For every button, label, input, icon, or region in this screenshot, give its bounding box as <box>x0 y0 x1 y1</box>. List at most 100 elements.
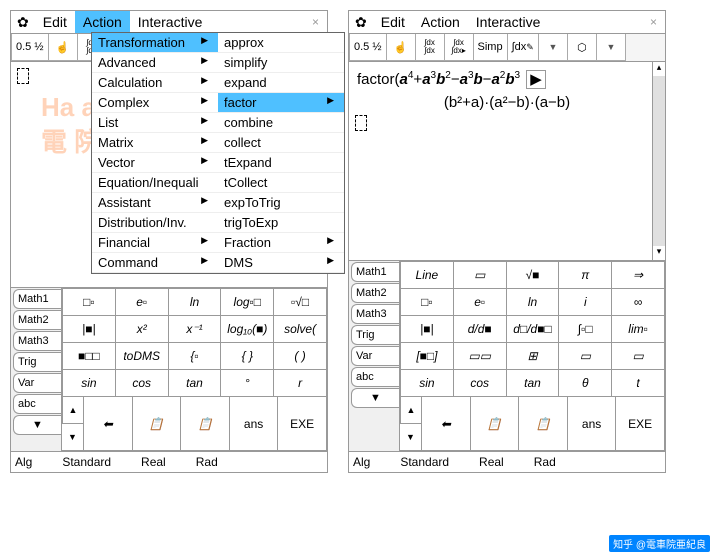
keypad-key[interactable]: cos <box>116 370 169 397</box>
tab-abc[interactable]: abc <box>13 394 61 414</box>
keypad-key[interactable]: ■□□ <box>62 343 116 370</box>
nav-key[interactable]: ans <box>230 397 279 451</box>
keypad-key[interactable]: e▫ <box>454 289 507 316</box>
dd-equation[interactable]: Equation/Inequali <box>92 173 218 193</box>
tab-trig[interactable]: Trig <box>13 352 61 372</box>
keypad-key[interactable]: lim▫ <box>612 316 665 343</box>
keypad-key[interactable]: ▭▭ <box>454 343 507 370</box>
menu-action[interactable]: Action <box>75 11 130 33</box>
nav-key[interactable]: 📋 <box>181 397 230 451</box>
tab-math2[interactable]: Math2 <box>351 283 399 303</box>
keypad-key[interactable]: x² <box>116 316 169 343</box>
dd-vector[interactable]: Vector▶ <box>92 153 218 173</box>
dd-trigtoexp[interactable]: trigToExp <box>218 213 344 233</box>
keypad-key[interactable]: ln <box>169 288 222 316</box>
nav-up[interactable]: ▲ <box>400 397 422 424</box>
dd-combine[interactable]: combine <box>218 113 344 133</box>
scroll-up-icon[interactable]: ▴ <box>653 62 665 76</box>
menu-edit[interactable]: Edit <box>373 11 413 33</box>
keypad-key[interactable]: d□/d■□ <box>507 316 560 343</box>
keypad-key[interactable]: |■| <box>62 316 116 343</box>
scrollbar[interactable]: ▴ ▾ <box>652 62 665 260</box>
keypad-key[interactable]: ° <box>221 370 274 397</box>
dd-fraction[interactable]: Fraction▶ <box>218 233 344 253</box>
keypad-key[interactable]: {▫ <box>169 343 222 370</box>
dropdown-arrow[interactable]: ▼ <box>539 34 568 61</box>
keypad-key[interactable]: [■□] <box>400 343 454 370</box>
scroll-down-icon[interactable]: ▾ <box>653 246 665 260</box>
tab-math1[interactable]: Math1 <box>13 289 61 309</box>
dd-assistant[interactable]: Assistant▶ <box>92 193 218 213</box>
keypad-key[interactable]: ▭ <box>454 261 507 289</box>
status-real[interactable]: Real <box>141 455 166 469</box>
keypad-key[interactable]: { } <box>221 343 274 370</box>
settings-icon[interactable]: ✿ <box>11 12 35 33</box>
keypad-key[interactable]: π <box>559 261 612 289</box>
status-alg[interactable]: Alg <box>353 455 370 469</box>
menu-interactive[interactable]: Interactive <box>468 11 549 33</box>
play-icon[interactable]: ▶ <box>526 70 546 89</box>
keypad-key[interactable]: log▫□ <box>221 288 274 316</box>
nav-up[interactable]: ▲ <box>62 397 84 424</box>
tab-down[interactable]: ▼ <box>13 415 61 435</box>
tab-math3[interactable]: Math3 <box>13 331 61 351</box>
keypad-key[interactable]: sin <box>62 370 116 397</box>
keypad-key[interactable]: log₁₀(■) <box>221 316 274 343</box>
keypad-key[interactable]: ∫▫□ <box>559 316 612 343</box>
dd-expand[interactable]: expand <box>218 73 344 93</box>
keypad-key[interactable]: tan <box>169 370 222 397</box>
dd-approx[interactable]: approx <box>218 33 344 53</box>
nav-key[interactable]: ans <box>568 397 617 451</box>
keypad-key[interactable]: tan <box>507 370 560 397</box>
keypad-key[interactable]: i <box>559 289 612 316</box>
dd-command[interactable]: Command▶ <box>92 253 218 273</box>
nav-key[interactable]: 📋 <box>519 397 568 451</box>
keypad-key[interactable]: □▫ <box>62 288 116 316</box>
tab-math2[interactable]: Math2 <box>13 310 61 330</box>
keypad-key[interactable]: |■| <box>400 316 454 343</box>
integral-btn1[interactable]: ∫dx∫dx <box>416 34 445 61</box>
settings-icon[interactable]: ✿ <box>349 12 373 33</box>
tab-var[interactable]: Var <box>351 346 399 366</box>
status-alg[interactable]: Alg <box>15 455 32 469</box>
integral-pen[interactable]: ∫dx✎ <box>508 34 539 61</box>
close-icon[interactable]: × <box>642 13 665 31</box>
dd-list[interactable]: List▶ <box>92 113 218 133</box>
keypad-key[interactable]: ln <box>507 289 560 316</box>
keypad-key[interactable]: θ <box>559 370 612 397</box>
dd-simplify[interactable]: simplify <box>218 53 344 73</box>
nav-key[interactable]: 📋 <box>471 397 520 451</box>
dropdown-arrow2[interactable]: ▼ <box>597 34 626 61</box>
dd-factor[interactable]: factor▶ <box>218 93 344 113</box>
menu-action[interactable]: Action <box>413 11 468 33</box>
status-real[interactable]: Real <box>479 455 504 469</box>
dd-texpand[interactable]: tExpand <box>218 153 344 173</box>
dd-advanced[interactable]: Advanced▶ <box>92 53 218 73</box>
keypad-key[interactable]: e▫ <box>116 288 169 316</box>
keypad-key[interactable]: ∞ <box>612 289 665 316</box>
graph-btn[interactable]: ⬡ <box>568 34 597 61</box>
keypad-key[interactable]: solve( <box>274 316 327 343</box>
dd-matrix[interactable]: Matrix▶ <box>92 133 218 153</box>
keypad-key[interactable]: toDMS <box>116 343 169 370</box>
keypad-key[interactable]: □▫ <box>400 289 454 316</box>
keypad-key[interactable]: ⇒ <box>612 261 665 289</box>
tab-abc[interactable]: abc <box>351 367 399 387</box>
frac-toggle[interactable]: 0.5 ½ <box>11 34 49 61</box>
dd-distribution[interactable]: Distribution/Inv. <box>92 213 218 233</box>
menu-interactive[interactable]: Interactive <box>130 11 211 33</box>
keypad-key[interactable]: r <box>274 370 327 397</box>
dd-financial[interactable]: Financial▶ <box>92 233 218 253</box>
dd-tcollect[interactable]: tCollect <box>218 173 344 193</box>
nav-down[interactable]: ▼ <box>62 424 84 451</box>
nav-key[interactable]: ⬅ <box>422 397 471 451</box>
status-standard[interactable]: Standard <box>62 455 111 469</box>
keypad-key[interactable]: Line <box>400 261 454 289</box>
keypad-key[interactable]: √■ <box>507 261 560 289</box>
keypad-key[interactable]: ▭ <box>612 343 665 370</box>
tab-var[interactable]: Var <box>13 373 61 393</box>
simp-btn[interactable]: Simp <box>474 34 508 61</box>
keypad-key[interactable]: d/d■ <box>454 316 507 343</box>
nav-down[interactable]: ▼ <box>400 424 422 451</box>
work-area[interactable]: ▴ ▾ factor(a4+a3b2−a3b−a2b3 ▶ (b²+a)·(a²… <box>349 62 665 261</box>
